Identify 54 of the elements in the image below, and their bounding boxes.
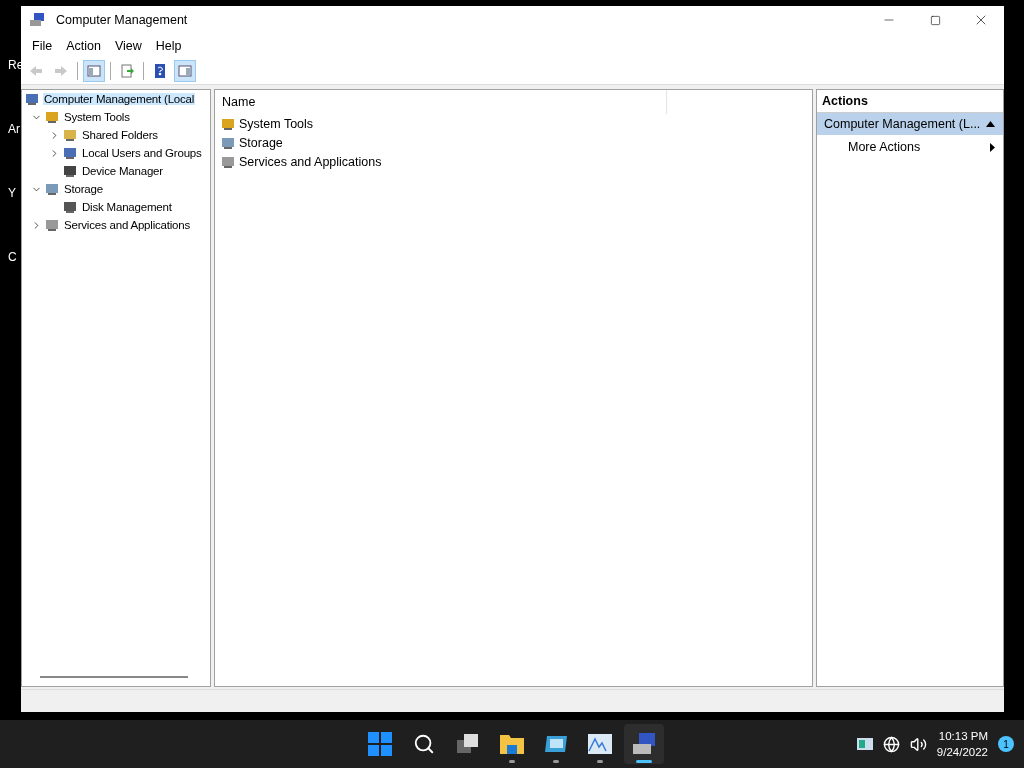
window-title: Computer Management — [56, 13, 189, 27]
desktop-icon-label: Ar — [8, 122, 21, 136]
help-icon — [152, 63, 168, 79]
clock-time: 10:13 PM — [938, 729, 988, 744]
back-icon — [28, 63, 44, 79]
menu-item[interactable]: View — [107, 39, 149, 53]
node-icon — [62, 127, 78, 143]
chart-window-icon — [587, 733, 613, 755]
node-icon — [44, 181, 60, 197]
tree-item[interactable]: System Tools — [63, 111, 131, 123]
actions-section[interactable]: Computer Management (L... — [817, 113, 1003, 135]
submenu-arrow-icon — [990, 142, 995, 152]
tree-item[interactable]: Services and Applications — [63, 219, 192, 231]
start-icon — [367, 731, 393, 757]
computer-button[interactable] — [624, 724, 664, 764]
node-icon — [44, 217, 60, 233]
list-item[interactable]: Storage — [239, 135, 283, 150]
node-icon — [24, 91, 40, 107]
list-item[interactable]: Services and Applications — [239, 154, 382, 169]
tree-item[interactable]: Shared Folders — [81, 129, 159, 141]
tree-item[interactable]: Disk Management — [81, 201, 173, 213]
network-icon[interactable] — [882, 735, 900, 753]
tree-item[interactable]: Storage — [63, 183, 104, 195]
menu-item[interactable]: File — [25, 39, 60, 53]
desktop-icon-label: C — [8, 250, 18, 264]
tree-item[interactable]: Device Manager — [81, 165, 164, 177]
forward-icon — [53, 63, 69, 79]
folder-icon — [499, 733, 525, 755]
export-icon — [119, 63, 135, 79]
tree-pane-icon — [86, 63, 102, 79]
volume-icon[interactable] — [909, 735, 927, 753]
action-item[interactable]: More Actions — [817, 135, 1003, 159]
action-pane-icon — [177, 63, 193, 79]
app-icon — [544, 735, 568, 753]
maximize-icon — [929, 14, 941, 26]
collapse-icon — [986, 121, 995, 127]
list-item[interactable]: System Tools — [239, 116, 314, 131]
desktop-icon-label: Y — [8, 186, 17, 200]
menu-item[interactable]: Help — [148, 39, 189, 53]
computer-icon — [631, 732, 657, 756]
computer-icon — [29, 12, 45, 28]
node-icon — [62, 163, 78, 179]
node-icon — [62, 145, 78, 161]
task-view-icon — [456, 733, 480, 755]
tree-item[interactable]: Local Users and Groups — [81, 147, 203, 159]
menu-item[interactable]: Action — [59, 39, 108, 53]
column-header[interactable]: Name — [215, 90, 667, 114]
clock-date: 9/24/2022 — [936, 745, 988, 760]
tree-item[interactable]: Computer Management (Local — [43, 93, 196, 105]
node-icon — [44, 109, 60, 125]
node-icon — [62, 199, 78, 215]
notification-badge[interactable]: 1 — [998, 736, 1014, 752]
tray-icon[interactable] — [856, 738, 873, 750]
search-icon — [413, 733, 435, 755]
